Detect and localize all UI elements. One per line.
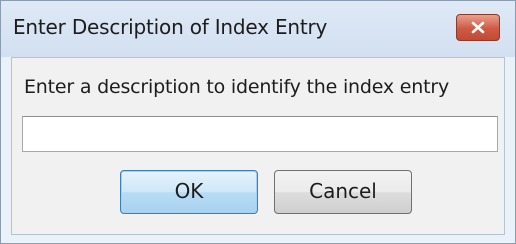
description-input[interactable] bbox=[22, 116, 498, 152]
description-prompt-label: Enter a description to identify the inde… bbox=[24, 76, 450, 98]
cancel-button[interactable]: Cancel bbox=[274, 170, 412, 214]
close-button[interactable] bbox=[456, 14, 500, 41]
ok-button[interactable]: OK bbox=[120, 170, 258, 214]
window-title: Enter Description of Index Entry bbox=[13, 15, 328, 39]
title-bar[interactable]: Enter Description of Index Entry bbox=[1, 1, 515, 57]
close-icon bbox=[471, 21, 485, 34]
